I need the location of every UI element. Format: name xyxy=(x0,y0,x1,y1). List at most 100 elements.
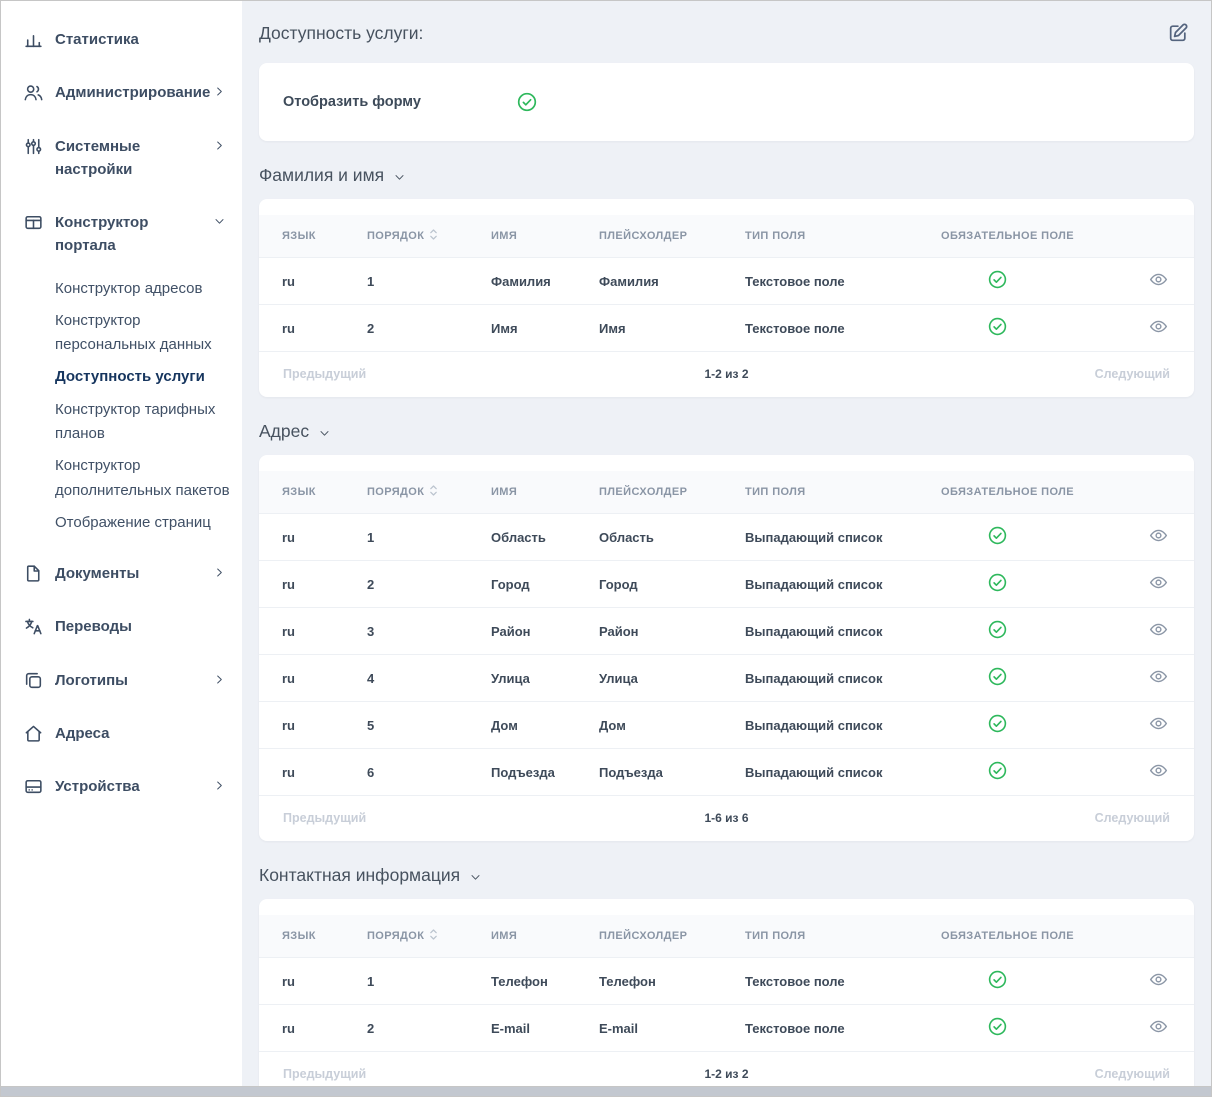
column-header-order[interactable]: ПОРЯДОК xyxy=(357,471,481,514)
sidebar-subitem-additional-packages-constructor[interactable]: Конструктор дополнительных пакетов xyxy=(55,450,232,507)
pagination-info: 1-6 из 6 xyxy=(704,811,748,825)
pagination-prev[interactable]: Предыдущий xyxy=(283,1067,366,1081)
window-bottom-edge xyxy=(0,1087,1212,1097)
cell-placeholder: Улица xyxy=(589,655,735,702)
column-header-order[interactable]: ПОРЯДОК xyxy=(357,915,481,958)
cell-actions xyxy=(1063,258,1194,305)
cell-order: 1 xyxy=(357,514,481,561)
sidebar-subitem-tariff-plans-constructor[interactable]: Конструктор тарифных планов xyxy=(55,394,232,451)
cell-type: Выпадающий список xyxy=(735,514,931,561)
cell-actions xyxy=(1063,608,1194,655)
cell-placeholder: Область xyxy=(589,514,735,561)
sidebar-item-statistics[interactable]: Статистика xyxy=(21,13,232,66)
section-header[interactable]: Фамилия и имя xyxy=(259,165,406,186)
table-row: ru 1 Фамилия Фамилия Текстовое поле xyxy=(259,258,1194,305)
pagination: Предыдущий 1-6 из 6 Следующий xyxy=(259,796,1194,841)
eye-icon[interactable] xyxy=(1149,761,1168,780)
sidebar-item-addresses[interactable]: Адреса xyxy=(21,707,232,760)
sidebar-item-system-settings[interactable]: Системные настройки xyxy=(21,120,232,197)
eye-icon[interactable] xyxy=(1149,270,1168,289)
pagination-info: 1-2 из 2 xyxy=(704,367,748,381)
content-header: Доступность услуги: xyxy=(259,17,1194,48)
cell-placeholder: E-mail xyxy=(589,1005,735,1052)
cell-lang: ru xyxy=(259,305,357,352)
pagination-prev[interactable]: Предыдущий xyxy=(283,811,366,825)
sidebar-subitem-address-constructor[interactable]: Конструктор адресов xyxy=(55,273,232,305)
sort-icon[interactable] xyxy=(429,484,438,500)
eye-icon[interactable] xyxy=(1149,317,1168,336)
section-header[interactable]: Адрес xyxy=(259,421,331,442)
cell-name: Район xyxy=(481,608,589,655)
table-row: ru 5 Дом Дом Выпадающий список xyxy=(259,702,1194,749)
sort-icon[interactable] xyxy=(429,928,438,944)
cell-name: E-mail xyxy=(481,1005,589,1052)
table-header-row: ЯЗЫКПОРЯДОКИМЯПЛЕЙСХОЛДЕРТИП ПОЛЯОБЯЗАТЕ… xyxy=(259,915,1194,958)
column-header-name: ИМЯ xyxy=(481,471,589,514)
cell-required xyxy=(931,702,1063,749)
eye-icon[interactable] xyxy=(1149,620,1168,639)
sidebar-item-portal-constructor[interactable]: Конструктор портала xyxy=(21,196,232,273)
chevron-down-icon xyxy=(318,424,331,440)
cell-actions xyxy=(1063,1005,1194,1052)
column-header-required: ОБЯЗАТЕЛЬНОЕ ПОЛЕ xyxy=(931,471,1063,514)
cell-required xyxy=(931,958,1063,1005)
pagination-next[interactable]: Следующий xyxy=(1095,367,1170,381)
fields-table-card: ЯЗЫКПОРЯДОКИМЯПЛЕЙСХОЛДЕРТИП ПОЛЯОБЯЗАТЕ… xyxy=(259,199,1194,397)
sidebar-item-documents[interactable]: Документы xyxy=(21,547,232,600)
form-visibility-label: Отобразить форму xyxy=(283,94,517,110)
table-row: ru 2 Город Город Выпадающий список xyxy=(259,561,1194,608)
cell-order: 1 xyxy=(357,958,481,1005)
sidebar-item-translations[interactable]: Переводы xyxy=(21,600,232,653)
cell-actions xyxy=(1063,305,1194,352)
column-header-placeholder: ПЛЕЙСХОЛДЕР xyxy=(589,215,735,258)
eye-icon[interactable] xyxy=(1149,573,1168,592)
cell-lang: ru xyxy=(259,561,357,608)
sort-icon[interactable] xyxy=(429,228,438,244)
column-header-lang: ЯЗЫК xyxy=(259,215,357,258)
pagination-prev[interactable]: Предыдущий xyxy=(283,367,366,381)
cell-order: 4 xyxy=(357,655,481,702)
chevron-right-icon xyxy=(213,81,226,98)
check-circle-icon xyxy=(988,1017,1007,1036)
eye-icon[interactable] xyxy=(1149,714,1168,733)
cell-actions xyxy=(1063,655,1194,702)
eye-icon[interactable] xyxy=(1149,970,1168,989)
check-circle-icon xyxy=(988,620,1007,639)
cell-lang: ru xyxy=(259,749,357,796)
sidebar-item-administration[interactable]: Администрирование xyxy=(21,66,232,119)
cell-lang: ru xyxy=(259,514,357,561)
cell-required xyxy=(931,514,1063,561)
fields-table: ЯЗЫКПОРЯДОКИМЯПЛЕЙСХОЛДЕРТИП ПОЛЯОБЯЗАТЕ… xyxy=(259,915,1194,1052)
eye-icon[interactable] xyxy=(1149,667,1168,686)
section-header[interactable]: Контактная информация xyxy=(259,865,482,886)
pagination-next[interactable]: Следующий xyxy=(1095,811,1170,825)
column-header-lang: ЯЗЫК xyxy=(259,915,357,958)
check-circle-icon xyxy=(988,714,1007,733)
column-header-lang: ЯЗЫК xyxy=(259,471,357,514)
sidebar-item-logos[interactable]: Логотипы xyxy=(21,654,232,707)
eye-icon[interactable] xyxy=(1149,1017,1168,1036)
cell-name: Улица xyxy=(481,655,589,702)
cell-lang: ru xyxy=(259,655,357,702)
cell-placeholder: Подъезда xyxy=(589,749,735,796)
column-header-order[interactable]: ПОРЯДОК xyxy=(357,215,481,258)
column-header-required: ОБЯЗАТЕЛЬНОЕ ПОЛЕ xyxy=(931,215,1063,258)
cell-order: 6 xyxy=(357,749,481,796)
cell-lang: ru xyxy=(259,1005,357,1052)
home-icon xyxy=(23,722,45,744)
eye-icon[interactable] xyxy=(1149,526,1168,545)
pagination-info: 1-2 из 2 xyxy=(704,1067,748,1081)
cell-required xyxy=(931,258,1063,305)
cell-name: Фамилия xyxy=(481,258,589,305)
cell-type: Текстовое поле xyxy=(735,258,931,305)
sidebar-subitem-personal-data-constructor[interactable]: Конструктор персональных данных xyxy=(55,305,232,362)
sidebar-subitem-pages-display[interactable]: Отображение страниц xyxy=(55,507,232,539)
edit-icon[interactable] xyxy=(1163,17,1194,48)
sidebar-item-devices[interactable]: Устройства xyxy=(21,760,232,813)
column-header-actions xyxy=(1063,915,1194,958)
page-title: Доступность услуги: xyxy=(259,17,423,44)
pagination-next[interactable]: Следующий xyxy=(1095,1067,1170,1081)
cell-lang: ru xyxy=(259,258,357,305)
cell-order: 3 xyxy=(357,608,481,655)
sidebar-subitem-service-availability[interactable]: Доступность услуги xyxy=(55,361,232,393)
